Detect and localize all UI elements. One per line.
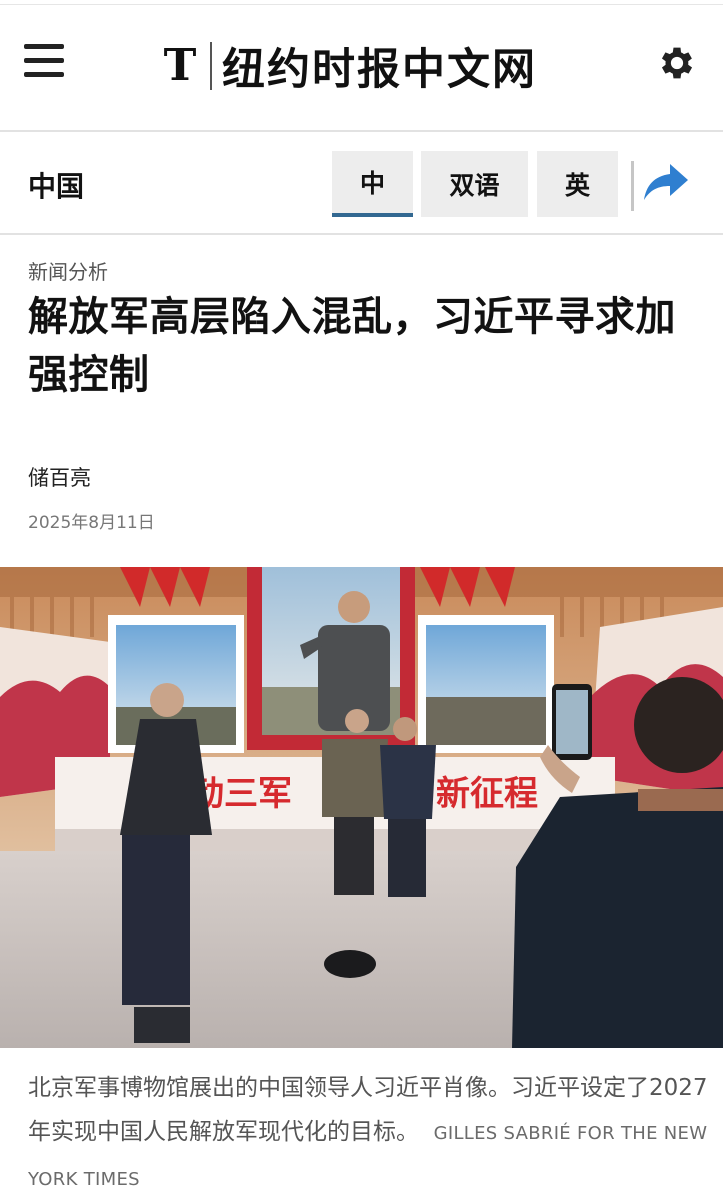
article-byline[interactable]: 储百亮 — [28, 462, 91, 492]
tab-divider — [631, 161, 634, 211]
tab-bilingual[interactable]: 双语 — [421, 151, 528, 217]
article-photo: 动三军 新征程 — [0, 567, 723, 1048]
site-title: 纽约时报中文网 — [222, 45, 537, 95]
photo-caption: 北京军事博物馆展出的中国领导人习近平肖像。习近平设定了2027年实现中国人民解放… — [28, 1066, 708, 1200]
tab-english[interactable]: 英 — [537, 151, 618, 217]
article-kicker: 新闻分析 — [28, 260, 108, 284]
top-divider — [0, 4, 723, 5]
site-logo[interactable]: T 纽约时报中文网 — [158, 38, 537, 95]
gear-icon[interactable] — [656, 42, 698, 84]
section-title[interactable]: 中国 — [28, 165, 84, 205]
share-arrow-icon[interactable] — [642, 160, 690, 204]
tab-chinese[interactable]: 中 — [332, 151, 413, 217]
article-date: 2025年8月11日 — [28, 513, 155, 533]
banner-text-right: 新征程 — [436, 774, 538, 814]
logo-separator — [210, 42, 212, 90]
section-bar: 中国 中 双语 英 — [0, 133, 723, 235]
nyt-t-logo-icon: T — [163, 40, 197, 91]
hamburger-menu-icon[interactable] — [24, 44, 66, 82]
top-app-bar: T 纽约时报中文网 — [0, 0, 723, 132]
article-headline: 解放军高层陷入混乱，习近平寻求加强控制 — [28, 294, 676, 398]
